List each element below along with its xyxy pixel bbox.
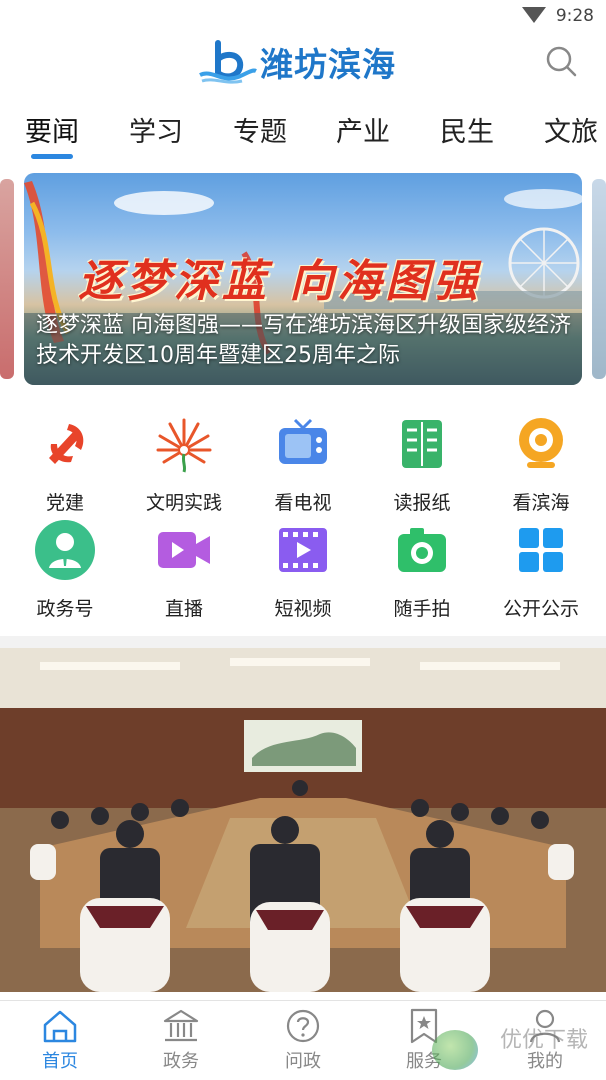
status-bar: 9:28 <box>0 0 606 34</box>
grid-label: 看滨海 <box>512 492 570 514</box>
grid-item-gongkai[interactable]: 公开公示 <box>481 520 601 620</box>
photo-camera-icon <box>398 528 446 572</box>
grid-item-zhengwuhao[interactable]: 政务号 <box>5 520 125 620</box>
app-header: 潍坊滨海 <box>0 34 606 94</box>
nav-label: 首页 <box>42 1051 78 1072</box>
party-emblem-icon <box>49 424 84 464</box>
search-icon[interactable] <box>544 44 578 78</box>
grid-item-dubaozhi[interactable]: 读报纸 <box>362 414 482 514</box>
home-icon <box>43 1010 77 1043</box>
meeting-photo-image <box>0 648 606 992</box>
grid-label: 文明实践 <box>145 492 222 514</box>
nav-wenzheng[interactable]: 问政 <box>258 1007 348 1073</box>
feature-grid: 党建 文明实践 看电视 读报纸 看滨海 政务号 直播 短视频 随手拍 公开公示 <box>0 400 606 628</box>
app-logo: 潍坊滨海 <box>198 38 396 86</box>
prev-banner-peek <box>0 179 14 379</box>
newspaper-icon <box>402 420 442 468</box>
grid-item-zhibo[interactable]: 直播 <box>124 520 244 620</box>
grid-label: 直播 <box>164 598 203 620</box>
banner-slogan: 逐梦深蓝 向海图强 <box>78 256 482 307</box>
tiles-icon <box>519 528 563 572</box>
short-video-icon <box>279 528 327 572</box>
nav-label: 问政 <box>285 1051 321 1072</box>
active-tab-indicator <box>31 154 73 159</box>
grid-item-wenming[interactable]: 文明实践 <box>124 414 244 514</box>
app-name: 潍坊滨海 <box>260 45 396 84</box>
status-time: 9:28 <box>555 6 594 26</box>
next-banner-peek <box>592 179 606 379</box>
watermark-logo <box>432 1030 478 1070</box>
tab-yaowen[interactable]: 要闻 <box>25 110 79 149</box>
question-icon <box>286 1009 320 1043</box>
section-divider <box>0 636 606 648</box>
channel-tabs: 要闻 学习 专题 产业 民生 文旅 <box>0 106 606 160</box>
tab-wenlv[interactable]: 文旅 <box>544 110 598 149</box>
grid-item-suishoupai[interactable]: 随手拍 <box>362 520 482 620</box>
grid-label: 短视频 <box>274 598 332 620</box>
wifi-icon <box>522 7 546 23</box>
watermark-text: 优优下载 <box>499 1028 588 1053</box>
banner-slide[interactable]: 逐梦深蓝 向海图强 逐梦深蓝 向海图强——写在潍坊滨海区升级国家级经济技术开发区… <box>24 173 582 385</box>
grid-label: 看电视 <box>274 492 332 514</box>
grid-item-duanshipin[interactable]: 短视频 <box>243 520 363 620</box>
wave-logo-icon <box>199 40 257 84</box>
grid-label: 党建 <box>45 492 84 514</box>
government-building-icon <box>163 1009 199 1042</box>
camera-lens-icon <box>519 418 563 468</box>
nav-label: 政务 <box>163 1051 199 1072</box>
banner-caption[interactable]: 逐梦深蓝 向海图强——写在潍坊滨海区升级国家级经济技术开发区10周年暨建区25周… <box>36 311 576 371</box>
grid-item-kanbinhai[interactable]: 看滨海 <box>481 414 601 514</box>
fan-flower-icon <box>156 418 212 473</box>
nav-home[interactable]: 首页 <box>15 1007 105 1073</box>
tab-chanye[interactable]: 产业 <box>336 110 390 149</box>
live-video-icon <box>158 532 210 568</box>
tab-minsheng[interactable]: 民生 <box>440 110 494 149</box>
news-photo[interactable] <box>0 648 606 992</box>
tab-zhuanti[interactable]: 专题 <box>233 110 287 149</box>
tab-xuexi[interactable]: 学习 <box>129 110 183 149</box>
grid-item-kandianshi[interactable]: 看电视 <box>243 414 363 514</box>
grid-label: 随手拍 <box>393 598 451 620</box>
grid-item-dangjian[interactable]: 党建 <box>5 414 125 514</box>
grid-label: 读报纸 <box>393 492 451 514</box>
grid-label: 公开公示 <box>502 598 579 620</box>
tv-icon <box>279 418 327 464</box>
grid-label: 政务号 <box>36 598 94 620</box>
banner-carousel[interactable]: 逐梦深蓝 向海图强 逐梦深蓝 向海图强——写在潍坊滨海区升级国家级经济技术开发区… <box>0 173 606 385</box>
nav-zhengwu[interactable]: 政务 <box>136 1007 226 1073</box>
official-person-icon <box>35 520 95 580</box>
